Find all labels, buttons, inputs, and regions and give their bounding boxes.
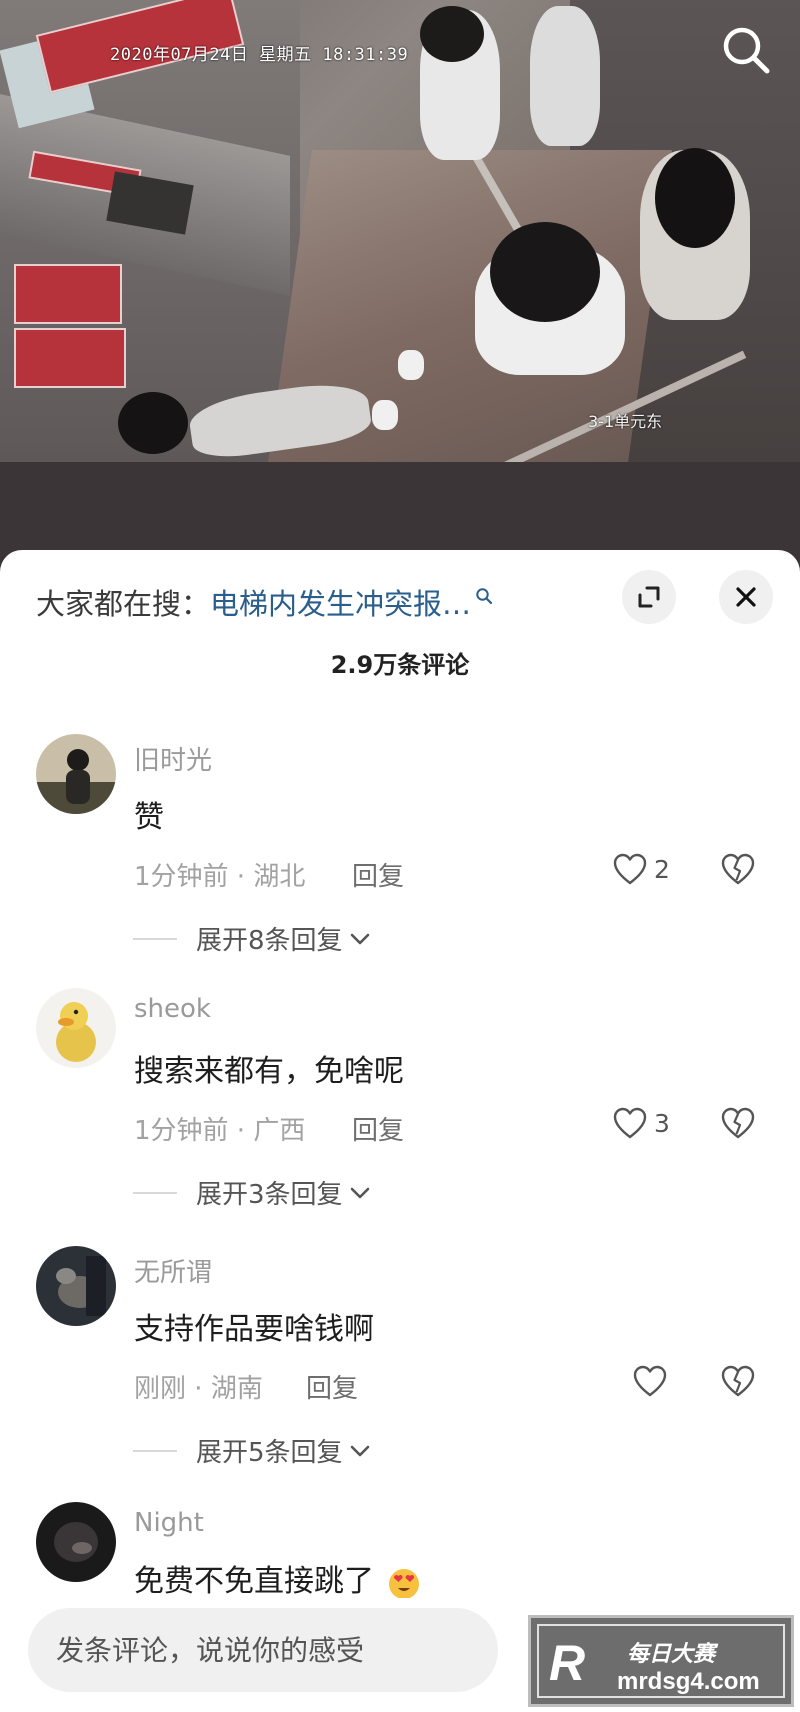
- search-icon: [476, 588, 493, 605]
- dislike-heart-icon: [721, 1107, 755, 1139]
- divider: [133, 938, 177, 940]
- comment-meta: 1分钟前 · 湖北: [134, 856, 305, 893]
- comment-item: Night 免费不免直接跳了: [0, 1502, 800, 1598]
- comment-text: 赞: [134, 800, 164, 835]
- heart-eyes-emoji: [388, 1568, 419, 1598]
- person-head: [490, 222, 600, 322]
- avatar[interactable]: [36, 1246, 116, 1326]
- comment-text: 免费不免直接跳了: [134, 1556, 422, 1598]
- divider: [133, 1450, 177, 1452]
- person-head: [420, 6, 484, 62]
- heart-icon: [633, 1365, 667, 1397]
- shoe: [372, 400, 398, 430]
- comment-location: 湖北: [253, 862, 306, 892]
- shoe: [398, 350, 424, 380]
- dislike-heart-icon: [721, 853, 755, 885]
- warning-sign: [14, 328, 126, 388]
- search-button[interactable]: [718, 22, 774, 78]
- dislike-button[interactable]: [720, 1106, 756, 1144]
- like-count: 3: [654, 1108, 670, 1138]
- heart-icon: [613, 1107, 647, 1139]
- reply-button[interactable]: 回复: [306, 1368, 358, 1405]
- like-count: 2: [654, 854, 670, 884]
- comment-text-content: 免费不免直接跳了: [134, 1564, 374, 1598]
- like-button[interactable]: [632, 1364, 668, 1398]
- divider: [133, 1192, 177, 1194]
- video-player[interactable]: 2020年07月24日 星期五 18:31:39 3-1单元东: [0, 0, 800, 462]
- warning-sign: [14, 264, 122, 324]
- heart-icon: [613, 853, 647, 885]
- close-icon: [736, 587, 756, 607]
- comment-item: 无所谓 支持作品要啥钱啊 刚刚 · 湖南 回复 展开5条回复: [0, 1246, 800, 1496]
- reply-button[interactable]: 回复: [352, 856, 404, 893]
- watermark-title: 每日大赛: [627, 1642, 716, 1667]
- search-icon: [723, 27, 770, 74]
- avatar[interactable]: [36, 988, 116, 1068]
- avatar[interactable]: [36, 734, 116, 814]
- comment-time: 1分钟前: [134, 1116, 229, 1146]
- expand-replies[interactable]: 展开3条回复: [133, 1174, 371, 1211]
- watermark-url: mrdsg4.com: [617, 1668, 760, 1695]
- comment-username[interactable]: sheok: [134, 994, 211, 1024]
- comment-meta: 1分钟前 · 广西: [134, 1110, 305, 1147]
- avatar[interactable]: [36, 1502, 116, 1582]
- like-button[interactable]: 3: [612, 1106, 670, 1140]
- comment-item: sheok 搜索来都有，免啥呢 1分钟前 · 广西 回复 3 展开3条回复: [0, 988, 800, 1238]
- comment-time: 1分钟前: [134, 862, 229, 892]
- chevron-down-icon: [350, 1187, 369, 1198]
- expand-replies-label: 展开5条回复: [196, 1438, 343, 1468]
- reply-button[interactable]: 回复: [352, 1110, 404, 1147]
- person-figure: [530, 6, 600, 146]
- expand-replies[interactable]: 展开8条回复: [133, 920, 371, 957]
- meta-separator: ·: [228, 1116, 254, 1146]
- comment-username[interactable]: 无所谓: [134, 1252, 212, 1289]
- meta-separator: ·: [228, 862, 254, 892]
- expand-icon: [638, 586, 660, 608]
- comment-count: 2.9万条评论: [330, 651, 470, 679]
- comment-item: 旧时光 赞 1分钟前 · 湖北 回复 2 展开8条回复: [0, 734, 800, 984]
- comment-location: 湖南: [210, 1374, 263, 1404]
- comment-username[interactable]: Night: [134, 1508, 204, 1538]
- trending-search[interactable]: 大家都在搜： 电梯内发生冲突报…: [36, 582, 556, 622]
- expand-replies-label: 展开8条回复: [196, 926, 343, 956]
- person-head: [118, 392, 188, 454]
- trending-search-prefix: 大家都在搜：: [36, 587, 211, 621]
- comment-input[interactable]: [28, 1608, 498, 1692]
- video-background: [0, 462, 800, 552]
- camera-label: 3-1单元东: [588, 412, 663, 431]
- video-timestamp: 2020年07月24日 星期五 18:31:39: [110, 45, 409, 65]
- comment-text: 搜索来都有，免啥呢: [134, 1054, 404, 1089]
- dislike-heart-icon: [721, 1365, 755, 1397]
- trending-search-query[interactable]: 电梯内发生冲突报…: [210, 581, 471, 623]
- comment-username[interactable]: 旧时光: [134, 740, 212, 777]
- dislike-button[interactable]: [720, 1364, 756, 1402]
- chevron-down-icon: [350, 933, 369, 944]
- close-button[interactable]: [719, 570, 773, 624]
- comment-text: 支持作品要啥钱啊: [134, 1312, 374, 1347]
- expand-replies[interactable]: 展开5条回复: [133, 1432, 371, 1469]
- person-head: [655, 148, 735, 248]
- comment-time: 刚刚: [134, 1374, 187, 1404]
- watermark: R 每日大赛 mrdsg4.com: [528, 1615, 794, 1707]
- expand-button[interactable]: [622, 570, 676, 624]
- watermark-logo: R: [549, 1635, 586, 1691]
- expand-replies-label: 展开3条回复: [196, 1180, 343, 1210]
- comment-location: 广西: [253, 1116, 306, 1146]
- comment-meta: 刚刚 · 湖南: [134, 1368, 263, 1405]
- like-button[interactable]: 2: [612, 852, 670, 886]
- dislike-button[interactable]: [720, 852, 756, 890]
- meta-separator: ·: [186, 1374, 211, 1404]
- chevron-down-icon: [350, 1445, 369, 1456]
